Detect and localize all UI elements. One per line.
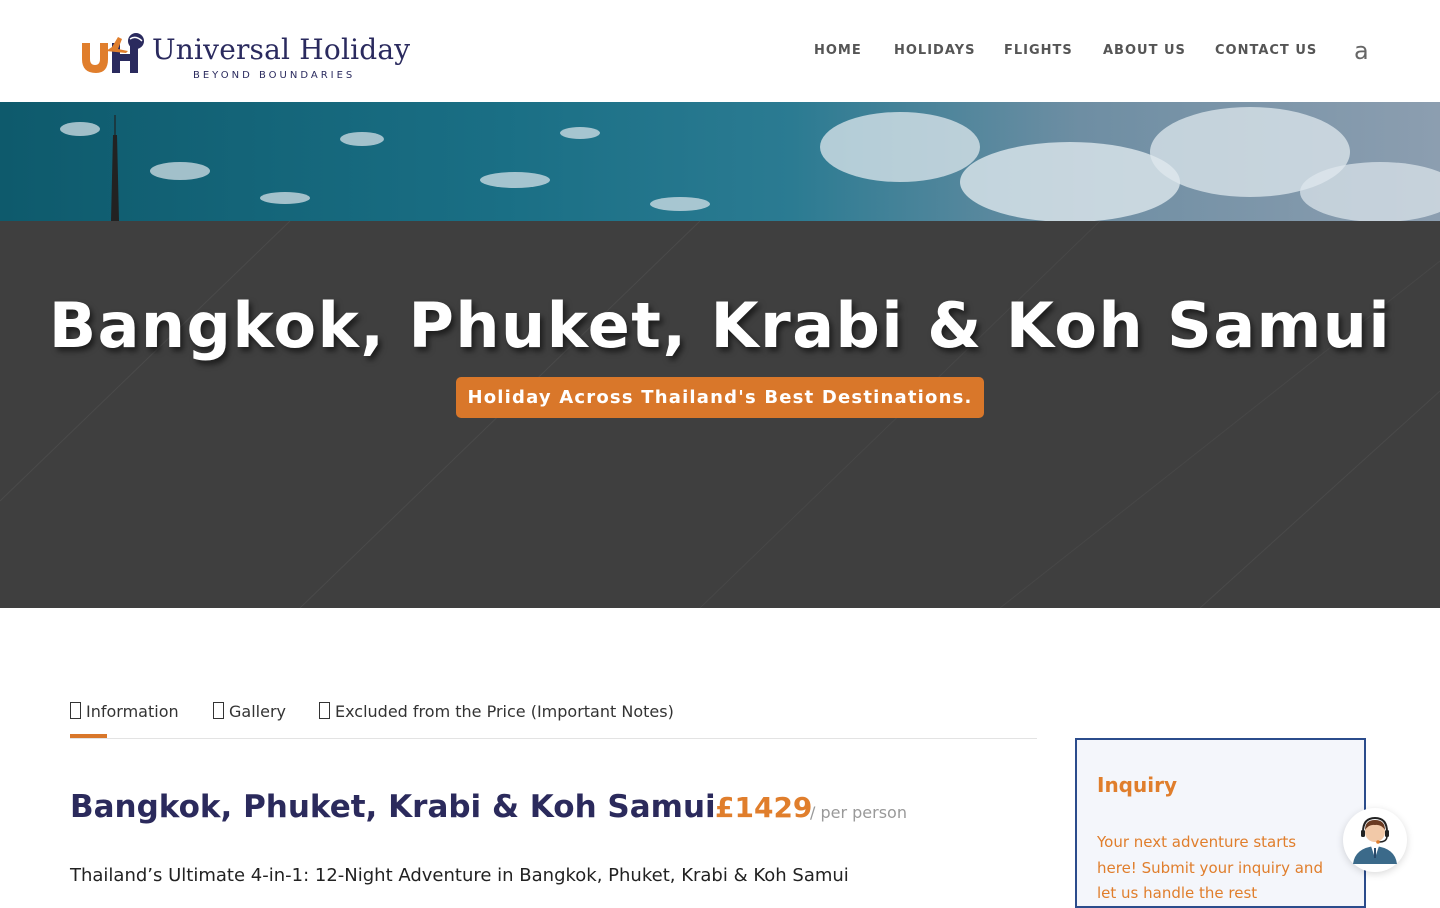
nav-holidays[interactable]: HOLIDAYS	[894, 43, 975, 58]
tab-excluded-notes-label: Excluded from the Price (Important Notes…	[335, 702, 674, 721]
package-tabs: Information Gallery Excluded from the Pr…	[70, 700, 1037, 739]
nav-flights[interactable]: FLIGHTS	[1004, 43, 1073, 58]
tab-information-label: Information	[86, 702, 179, 721]
nav-about-us[interactable]: ABOUT US	[1103, 43, 1186, 58]
hero-subtitle-badge: Holiday Across Thailand's Best Destinati…	[456, 377, 984, 418]
gallery-icon	[213, 702, 224, 719]
search-icon[interactable]: a	[1354, 37, 1369, 65]
tab-information[interactable]: Information	[70, 702, 179, 721]
package-price: £1429	[715, 791, 813, 824]
hero-banner: Bangkok, Phuket, Krabi & Koh Samui Holid…	[0, 221, 1440, 608]
hero-background-image	[0, 102, 1440, 221]
info-icon	[70, 702, 81, 719]
notes-icon	[319, 702, 330, 719]
support-agent-button[interactable]	[1343, 808, 1407, 872]
inquiry-text: Your next adventure starts here! Submit …	[1097, 833, 1323, 902]
inquiry-title: Inquiry	[1097, 773, 1177, 797]
site-header: Universal Holiday BEYOND BOUNDARIES HOME…	[0, 0, 1440, 102]
nav-contact-us[interactable]: CONTACT US	[1215, 43, 1317, 58]
active-tab-indicator	[70, 734, 107, 738]
package-title: Bangkok, Phuket, Krabi & Koh Samui	[70, 789, 716, 825]
package-description: Thailand’s Ultimate 4-in-1: 12-Night Adv…	[70, 865, 849, 886]
package-price-unit: / per person	[810, 803, 907, 822]
brand-tagline: BEYOND BOUNDARIES	[193, 70, 356, 81]
tab-gallery-label: Gallery	[229, 702, 286, 721]
tower-silhouette	[111, 115, 119, 221]
main-nav: HOME HOLIDAYS FLIGHTS ABOUT US CONTACT U…	[0, 37, 1440, 65]
inquiry-panel: Inquiry Your next adventure starts here!…	[1075, 738, 1366, 908]
tab-excluded-notes[interactable]: Excluded from the Price (Important Notes…	[319, 702, 674, 721]
tab-gallery[interactable]: Gallery	[213, 702, 286, 721]
hero-title: Bangkok, Phuket, Krabi & Koh Samui	[48, 289, 1392, 362]
nav-home[interactable]: HOME	[814, 43, 862, 58]
support-agent-icon	[1353, 816, 1397, 864]
